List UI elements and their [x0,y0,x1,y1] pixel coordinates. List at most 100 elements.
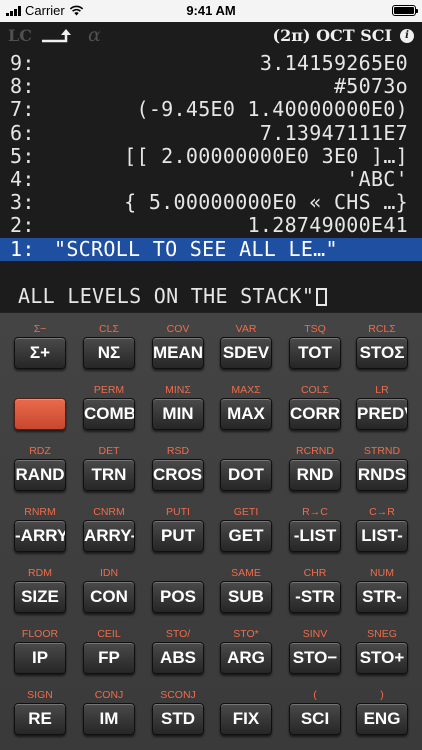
mode-annunciators: (2π) OCT SCI [272,26,392,45]
shift-label: DET [98,445,120,457]
stack-level[interactable]: 9: 3.14159265E0 [0,52,422,75]
key-n[interactable]: NΣ [83,337,135,369]
shift-arrow-icon [42,29,71,43]
stack-level-number: 5: [10,143,35,168]
shift-label: SINV [302,628,328,640]
key-std[interactable]: STD [152,703,204,735]
shift-label: STO/ [165,628,191,640]
shift-label [211,445,281,457]
key-max[interactable]: MAX [220,398,272,430]
stack-level-value: (-9.45E0 1.40000000E0) [136,97,408,122]
key-ip[interactable]: IP [14,642,66,674]
key-comb[interactable]: COMB [83,398,135,430]
shift-label: CLΣ [99,323,119,335]
stack-level-number: 6: [10,120,35,145]
key-rnds[interactable]: RNDS [356,459,408,491]
stack-level-value: 3.14159265E0 [259,51,408,75]
shift-label: RCLΣ [368,323,396,335]
stack-level-number: 8: [10,74,35,99]
key-str[interactable]: -STR [289,581,341,613]
stack-level-number: 7: [10,97,35,122]
key-arg[interactable]: ARG [220,642,272,674]
shift-label: SNEG [367,628,397,640]
shift-label: R→C [302,506,328,518]
key-key[interactable]: Σ+ [14,337,66,369]
key-arry[interactable]: ARRY- [83,520,135,552]
shift-label: ( [313,689,317,701]
key-arry[interactable]: -ARRY [14,520,66,552]
key-predv[interactable]: PREDV [356,398,408,430]
key-sub[interactable]: SUB [220,581,272,613]
stack-level[interactable]: 4: 'ABC' [0,166,422,191]
shift-label [5,384,75,396]
shift-label: ) [380,689,384,701]
key-corr[interactable]: CORR [289,398,341,430]
key-sto[interactable]: STOΣ [356,337,408,369]
alpha-annunciator: α [88,24,101,46]
key-str[interactable]: STR- [356,581,408,613]
stack-level-value: "SCROLL TO SEE ALL LE…" [54,236,338,261]
keypad: Σ− Σ+ CLΣ NΣ COV MEAN VAR SDEV TSQ TOT RCLΣ STOΣ PER… [0,312,422,750]
shift-label: CNRM [93,506,125,518]
key-put[interactable]: PUT [152,520,204,552]
stack-level-value: 7.13947111E7 [259,120,408,145]
key-list[interactable]: LIST- [356,520,408,552]
stack-level[interactable]: 5: [[ 2.00000000E0 3E0 ]…] [0,143,422,168]
key-dot[interactable]: DOT [220,459,272,491]
command-line[interactable]: ALL LEVELS ON THE STACK" [18,284,418,308]
shift-label: MAXΣ [231,384,261,396]
key-eng[interactable]: ENG [356,703,408,735]
key-sci[interactable]: SCI [289,703,341,735]
status-bar: Carrier 9:41 AM [0,0,422,22]
shift-key[interactable] [14,398,66,430]
key-get[interactable]: GET [220,520,272,552]
shift-label: RSD [166,445,190,457]
shift-label: SAME [231,567,261,579]
key-list[interactable]: -LIST [289,520,341,552]
lowercase-annunciator: LC [8,26,32,45]
key-mean[interactable]: MEAN [152,337,204,369]
stack-level-number: 2: [10,213,35,238]
key-fix[interactable]: FIX [220,703,272,735]
shift-label: RDM [28,567,52,579]
key-size[interactable]: SIZE [14,581,66,613]
key-fp[interactable]: FP [83,642,135,674]
key-pos[interactable]: POS [152,581,204,613]
stack-level-value: { 5.00000000E0 « CHS …} [124,190,408,215]
shift-label: C→R [369,506,395,518]
stack-level-value: [[ 2.00000000E0 3E0 ]…] [124,143,408,168]
shift-label: GETI [233,506,259,518]
stack-level-value: 'ABC' [346,166,408,191]
key-rnd[interactable]: RND [289,459,341,491]
stack-level[interactable]: 8: #5073o [0,75,422,98]
shift-label: COLΣ [300,384,330,396]
stack-level[interactable]: 7: (-9.45E0 1.40000000E0) [0,98,422,121]
stack-levels[interactable]: 9: 3.14159265E0 8: #5073o 7: (-9.45E0 1.40000… [0,52,422,261]
key-re[interactable]: RE [14,703,66,735]
shift-label: Σ− [33,323,47,335]
stack-level[interactable]: 2: 1.28749000E41 [0,214,422,237]
stack-level-value: 1.28749000E41 [247,213,408,238]
stack-level[interactable]: 1: "SCROLL TO SEE ALL LE…" [0,236,422,261]
battery-icon [392,5,418,16]
key-sto[interactable]: STO− [289,642,341,674]
shift-label: VAR [235,323,257,335]
key-im[interactable]: IM [83,703,135,735]
shift-label [211,689,281,701]
key-sdev[interactable]: SDEV [220,337,272,369]
key-trn[interactable]: TRN [83,459,135,491]
key-con[interactable]: CON [83,581,135,613]
key-min[interactable]: MIN [152,398,204,430]
shift-label: FLOOR [21,628,59,640]
key-tot[interactable]: TOT [289,337,341,369]
stack-level[interactable]: 3: { 5.00000000E0 « CHS …} [0,191,422,214]
info-icon[interactable]: i [400,29,414,43]
key-cross[interactable]: CROSS [152,459,204,491]
shift-label: MINΣ [165,384,191,396]
key-abs[interactable]: ABS [152,642,204,674]
key-rand[interactable]: RAND [14,459,66,491]
stack-level[interactable]: 6: 7.13947111E7 [0,120,422,145]
key-sto[interactable]: STO+ [356,642,408,674]
shift-label: COV [166,323,190,335]
shift-label: PERM [93,384,125,396]
